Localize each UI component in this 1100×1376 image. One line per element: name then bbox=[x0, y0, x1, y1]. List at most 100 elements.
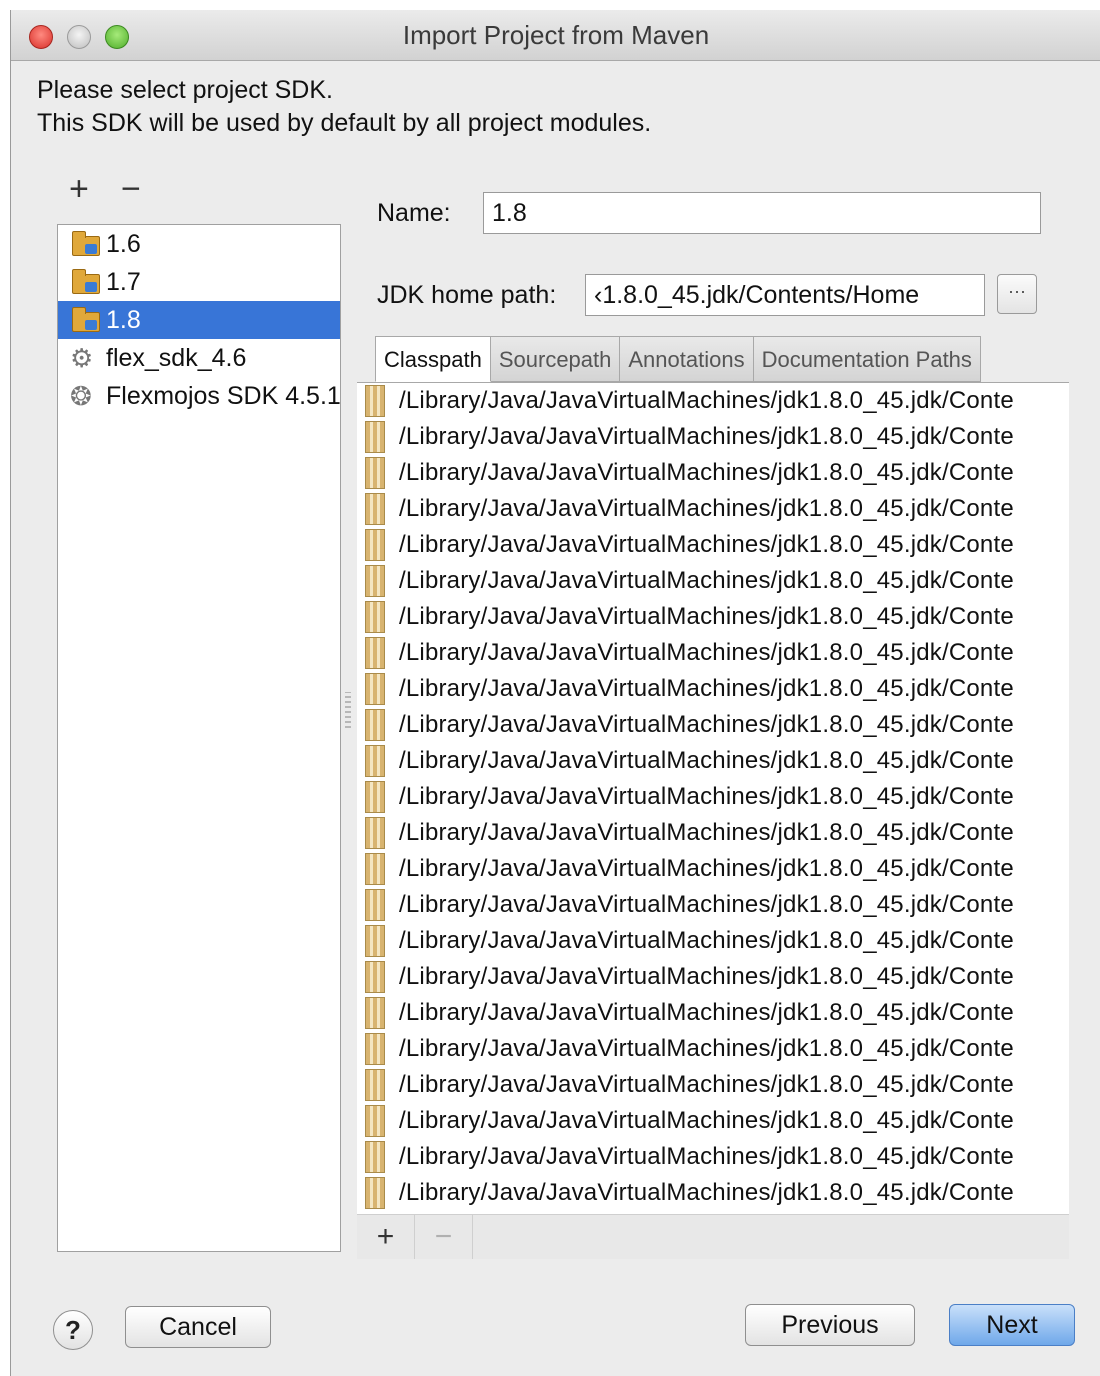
classpath-entry[interactable]: /Library/Java/JavaVirtualMachines/jdk1.8… bbox=[357, 635, 1069, 671]
classpath-entry[interactable]: /Library/Java/JavaVirtualMachines/jdk1.8… bbox=[357, 995, 1069, 1031]
classpath-toolbar: + − bbox=[357, 1214, 1069, 1259]
tab-sourcepath[interactable]: Sourcepath bbox=[490, 336, 621, 382]
sdk-list[interactable]: 1.6 1.7 1.8 ⚙ flex_sdk_4.6 ❂ Flexmojos SDK 4.5… bbox=[57, 224, 341, 1252]
classpath-entry[interactable]: /Library/Java/JavaVirtualMachines/jdk1.8… bbox=[357, 1139, 1069, 1175]
classpath-entry[interactable]: /Library/Java/JavaVirtualMachines/jdk1.8… bbox=[357, 563, 1069, 599]
jdk-home-path-input[interactable] bbox=[585, 274, 985, 316]
jar-archive-icon bbox=[365, 961, 385, 993]
classpath-entry-path: /Library/Java/JavaVirtualMachines/jdk1.8… bbox=[399, 1179, 1014, 1206]
classpath-entry-path: /Library/Java/JavaVirtualMachines/jdk1.8… bbox=[399, 819, 1014, 846]
jar-archive-icon bbox=[365, 421, 385, 453]
jar-archive-icon bbox=[365, 529, 385, 561]
classpath-entry-path: /Library/Java/JavaVirtualMachines/jdk1.8… bbox=[399, 459, 1014, 486]
tab-classpath[interactable]: Classpath bbox=[375, 336, 491, 382]
classpath-entry-path: /Library/Java/JavaVirtualMachines/jdk1.8… bbox=[399, 963, 1014, 990]
jar-archive-icon bbox=[365, 601, 385, 633]
cancel-button[interactable]: Cancel bbox=[125, 1306, 271, 1348]
tab-documentation-paths[interactable]: Documentation Paths bbox=[753, 336, 981, 382]
classpath-entry-path: /Library/Java/JavaVirtualMachines/jdk1.8… bbox=[399, 891, 1014, 918]
jdk-home-path-label: JDK home path: bbox=[377, 281, 557, 309]
jdk-folder-icon bbox=[70, 268, 104, 296]
sdk-list-item[interactable]: 1.7 bbox=[58, 263, 340, 301]
sdk-list-item-label: 1.7 bbox=[106, 267, 141, 296]
classpath-entry-path: /Library/Java/JavaVirtualMachines/jdk1.8… bbox=[399, 639, 1014, 666]
classpath-entry[interactable]: /Library/Java/JavaVirtualMachines/jdk1.8… bbox=[357, 671, 1069, 707]
classpath-entry[interactable]: /Library/Java/JavaVirtualMachines/jdk1.8… bbox=[357, 1175, 1069, 1211]
add-sdk-button[interactable]: + bbox=[69, 170, 89, 209]
classpath-entry-path: /Library/Java/JavaVirtualMachines/jdk1.8… bbox=[399, 711, 1014, 738]
classpath-entry[interactable]: /Library/Java/JavaVirtualMachines/jdk1.8… bbox=[357, 707, 1069, 743]
classpath-entry-path: /Library/Java/JavaVirtualMachines/jdk1.8… bbox=[399, 531, 1014, 558]
jar-archive-icon bbox=[365, 1033, 385, 1065]
classpath-entry-path: /Library/Java/JavaVirtualMachines/jdk1.8… bbox=[399, 927, 1014, 954]
add-classpath-entry-button[interactable]: + bbox=[357, 1215, 415, 1259]
classpath-entry[interactable]: /Library/Java/JavaVirtualMachines/jdk1.8… bbox=[357, 455, 1069, 491]
classpath-entry-path: /Library/Java/JavaVirtualMachines/jdk1.8… bbox=[399, 855, 1014, 882]
classpath-entry-path: /Library/Java/JavaVirtualMachines/jdk1.8… bbox=[399, 1071, 1014, 1098]
classpath-entry-path: /Library/Java/JavaVirtualMachines/jdk1.8… bbox=[399, 783, 1014, 810]
classpath-entry[interactable]: /Library/Java/JavaVirtualMachines/jdk1.8… bbox=[357, 887, 1069, 923]
classpath-entry-path: /Library/Java/JavaVirtualMachines/jdk1.8… bbox=[399, 567, 1014, 594]
sdk-list-item[interactable]: ❂ Flexmojos SDK 4.5.1 bbox=[58, 377, 340, 415]
help-button[interactable]: ? bbox=[53, 1310, 93, 1350]
remove-classpath-entry-button[interactable]: − bbox=[415, 1215, 473, 1259]
jar-archive-icon bbox=[365, 817, 385, 849]
jar-archive-icon bbox=[365, 889, 385, 921]
jdk-folder-icon bbox=[70, 230, 104, 258]
sdk-list-item-label: 1.8 bbox=[106, 305, 141, 334]
name-input[interactable] bbox=[483, 192, 1041, 234]
remove-sdk-button[interactable]: − bbox=[121, 170, 141, 209]
sdk-list-item[interactable]: 1.6 bbox=[58, 225, 340, 263]
classpath-entry[interactable]: /Library/Java/JavaVirtualMachines/jdk1.8… bbox=[357, 815, 1069, 851]
jar-archive-icon bbox=[365, 781, 385, 813]
jar-archive-icon bbox=[365, 1069, 385, 1101]
title-bar[interactable]: Import Project from Maven bbox=[11, 10, 1100, 61]
sdk-list-item-label: 1.6 bbox=[106, 229, 141, 258]
sdk-list-item[interactable]: ⚙ flex_sdk_4.6 bbox=[58, 339, 340, 377]
classpath-entry[interactable]: /Library/Java/JavaVirtualMachines/jdk1.8… bbox=[357, 959, 1069, 995]
jar-archive-icon bbox=[365, 853, 385, 885]
classpath-entry[interactable]: /Library/Java/JavaVirtualMachines/jdk1.8… bbox=[357, 1031, 1069, 1067]
classpath-entry[interactable]: /Library/Java/JavaVirtualMachines/jdk1.8… bbox=[357, 779, 1069, 815]
classpath-entry-path: /Library/Java/JavaVirtualMachines/jdk1.8… bbox=[399, 1035, 1014, 1062]
classpath-entry[interactable]: /Library/Java/JavaVirtualMachines/jdk1.8… bbox=[357, 1103, 1069, 1139]
jar-archive-icon bbox=[365, 565, 385, 597]
jar-archive-icon bbox=[365, 385, 385, 417]
classpath-entry[interactable]: /Library/Java/JavaVirtualMachines/jdk1.8… bbox=[357, 923, 1069, 959]
sdk-list-item[interactable]: 1.8 bbox=[58, 301, 340, 339]
classpath-entry[interactable]: /Library/Java/JavaVirtualMachines/jdk1.8… bbox=[357, 851, 1069, 887]
jar-archive-icon bbox=[365, 1141, 385, 1173]
previous-button[interactable]: Previous bbox=[745, 1304, 915, 1346]
sdk-path-tabs: Classpath Sourcepath Annotations Documentat… bbox=[375, 336, 981, 382]
tab-annotations[interactable]: Annotations bbox=[620, 336, 754, 382]
classpath-entry-path: /Library/Java/JavaVirtualMachines/jdk1.8… bbox=[399, 1107, 1014, 1134]
classpath-entry[interactable]: /Library/Java/JavaVirtualMachines/jdk1.8… bbox=[357, 599, 1069, 635]
jar-archive-icon bbox=[365, 1177, 385, 1209]
classpath-entry[interactable]: /Library/Java/JavaVirtualMachines/jdk1.8… bbox=[357, 527, 1069, 563]
classpath-entry-path: /Library/Java/JavaVirtualMachines/jdk1.8… bbox=[399, 1143, 1014, 1170]
classpath-entry-path: /Library/Java/JavaVirtualMachines/jdk1.8… bbox=[399, 495, 1014, 522]
sdk-list-item-label: flex_sdk_4.6 bbox=[106, 343, 247, 372]
browse-jdk-home-button[interactable]: ··· bbox=[997, 274, 1037, 314]
jar-archive-icon bbox=[365, 745, 385, 777]
jar-archive-icon bbox=[365, 493, 385, 525]
jar-archive-icon bbox=[365, 673, 385, 705]
classpath-entry[interactable]: /Library/Java/JavaVirtualMachines/jdk1.8… bbox=[357, 419, 1069, 455]
classpath-entry-path: /Library/Java/JavaVirtualMachines/jdk1.8… bbox=[399, 675, 1014, 702]
classpath-entry[interactable]: /Library/Java/JavaVirtualMachines/jdk1.8… bbox=[357, 383, 1069, 419]
classpath-entry-path: /Library/Java/JavaVirtualMachines/jdk1.8… bbox=[399, 387, 1014, 414]
classpath-list[interactable]: /Library/Java/JavaVirtualMachines/jdk1.8… bbox=[357, 382, 1069, 1215]
classpath-entry-path: /Library/Java/JavaVirtualMachines/jdk1.8… bbox=[399, 747, 1014, 774]
import-project-dialog: Import Project from Maven Please select … bbox=[10, 10, 1100, 1376]
classpath-entry[interactable]: /Library/Java/JavaVirtualMachines/jdk1.8… bbox=[357, 1067, 1069, 1103]
flex-sdk-icon: ⚙ bbox=[70, 343, 94, 373]
jar-archive-icon bbox=[365, 1105, 385, 1137]
next-button[interactable]: Next bbox=[949, 1304, 1075, 1346]
classpath-entry[interactable]: /Library/Java/JavaVirtualMachines/jdk1.8… bbox=[357, 491, 1069, 527]
jar-archive-icon bbox=[365, 925, 385, 957]
classpath-entry-path: /Library/Java/JavaVirtualMachines/jdk1.8… bbox=[399, 999, 1014, 1026]
classpath-entry-path: /Library/Java/JavaVirtualMachines/jdk1.8… bbox=[399, 603, 1014, 630]
classpath-entry[interactable]: /Library/Java/JavaVirtualMachines/jdk1.8… bbox=[357, 743, 1069, 779]
splitter-handle[interactable] bbox=[345, 692, 351, 728]
intro-line-1: Please select project SDK. bbox=[37, 76, 333, 104]
